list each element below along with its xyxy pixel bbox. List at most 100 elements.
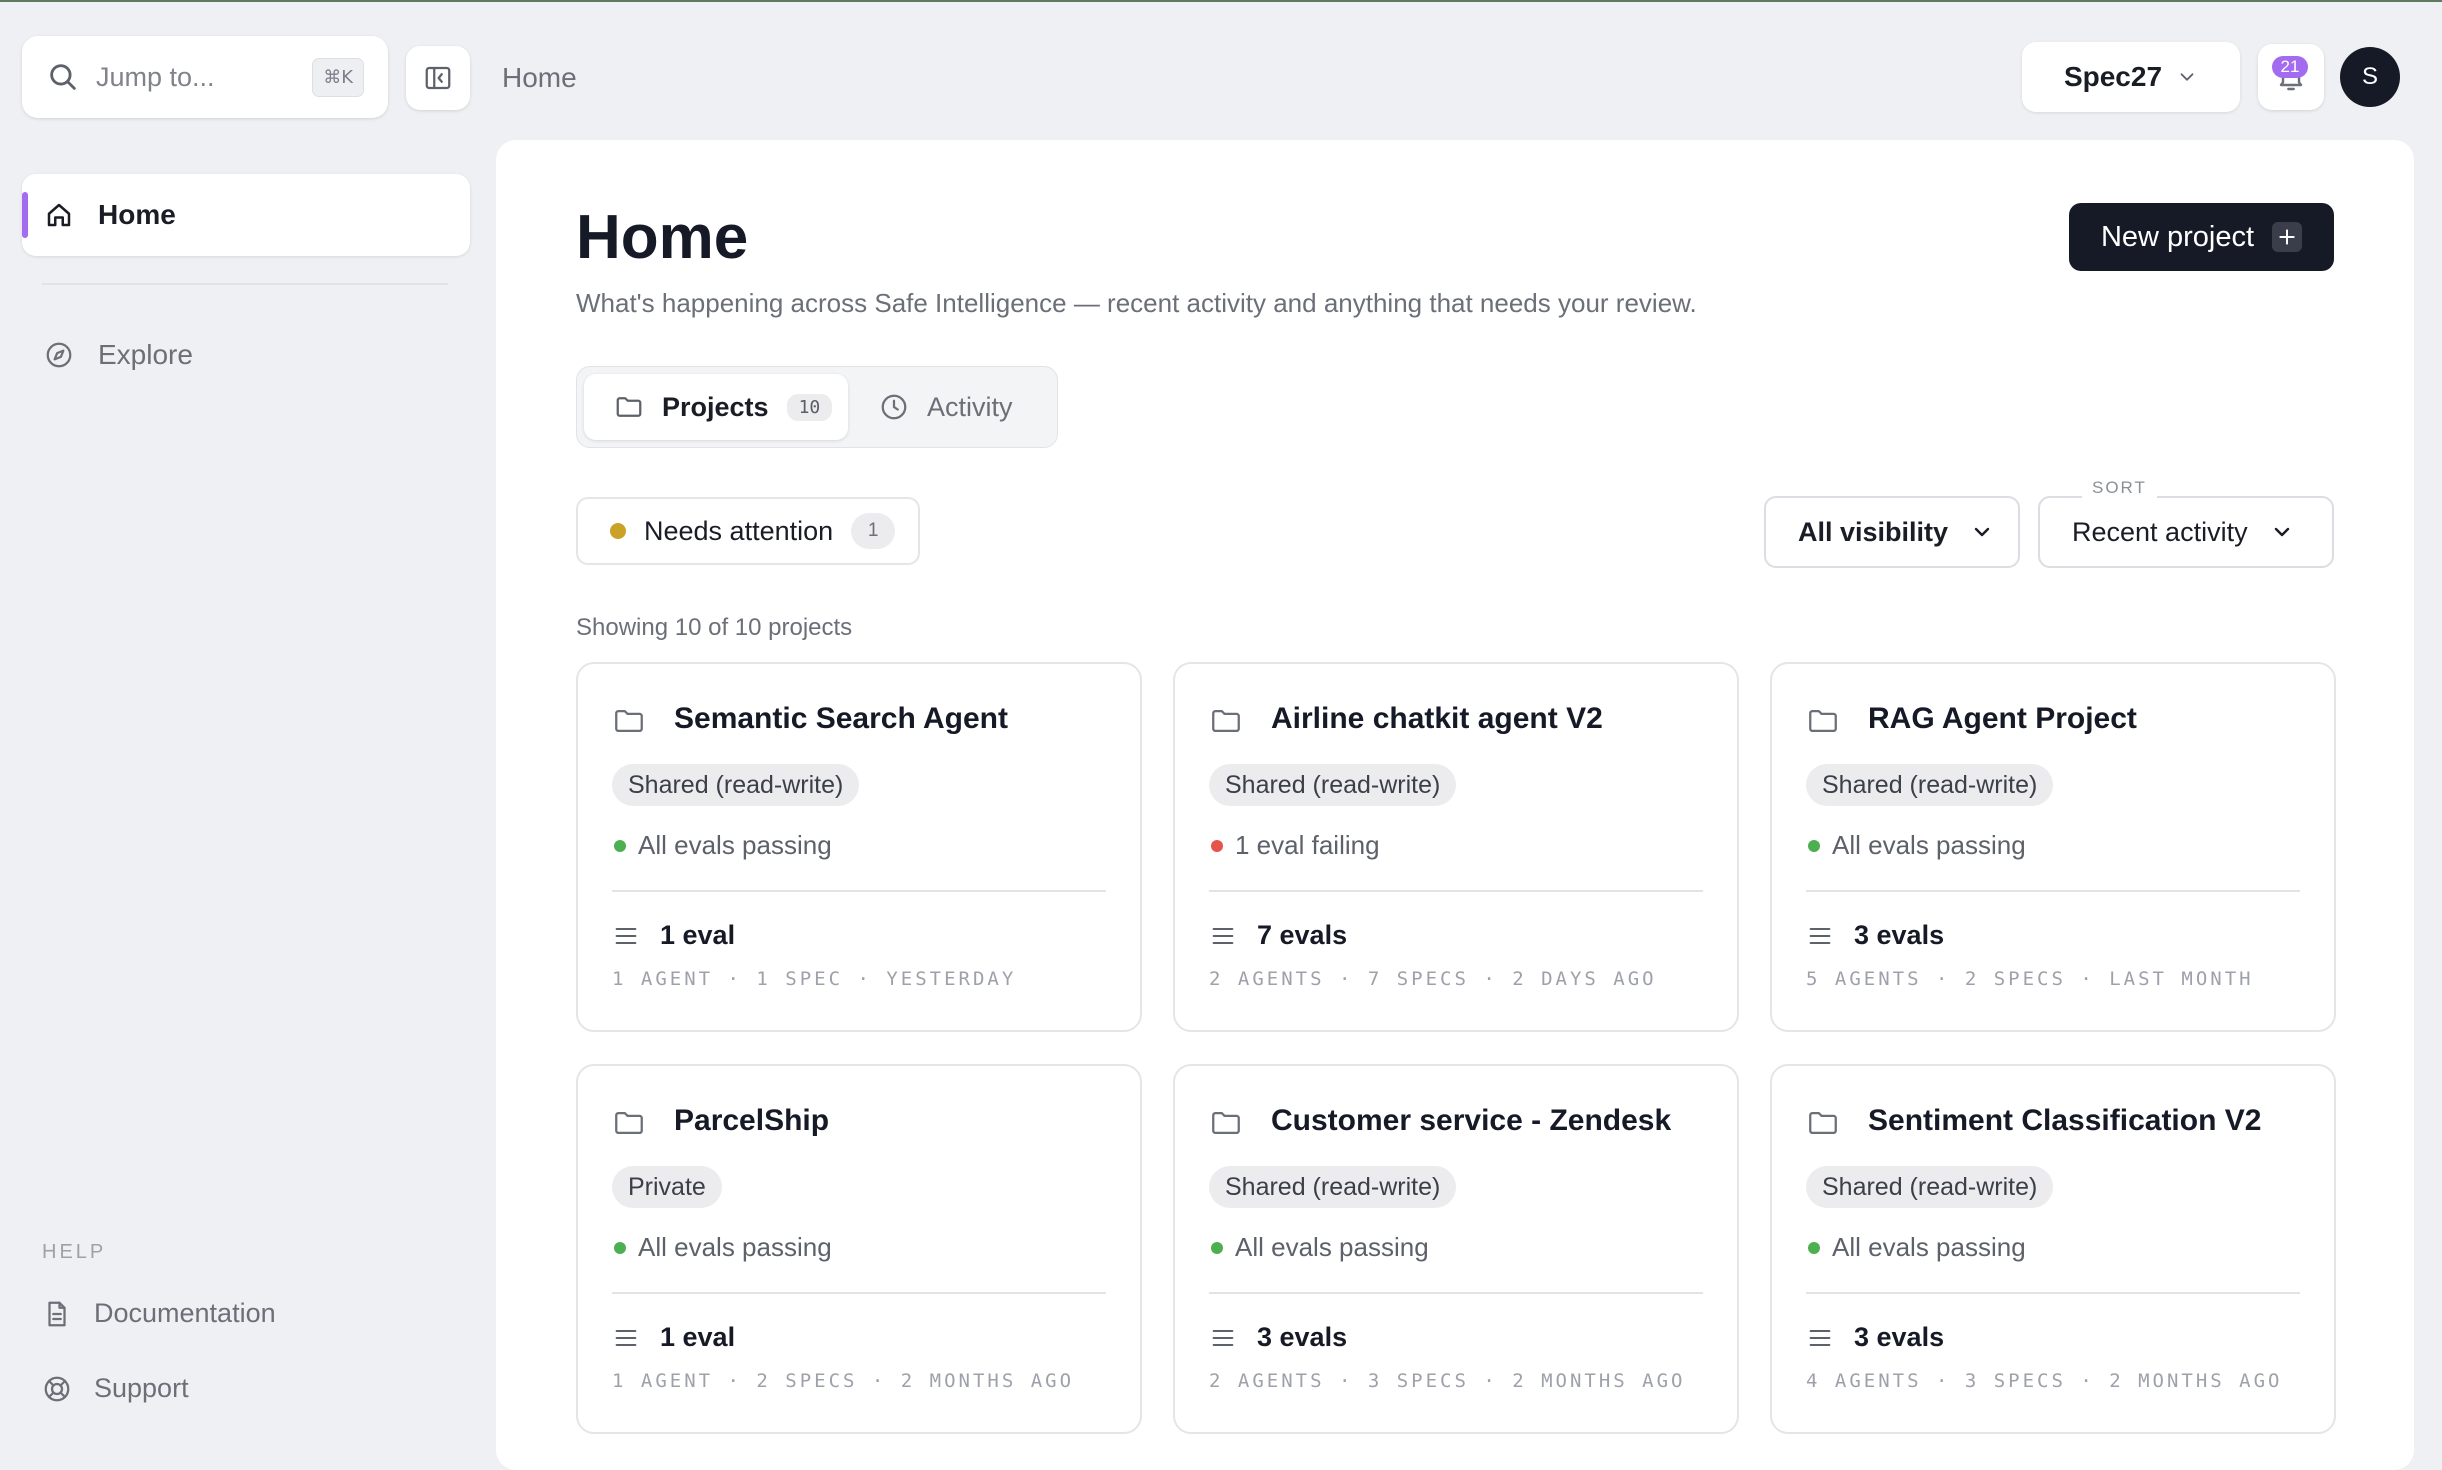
sidebar-item-label: Home — [98, 199, 176, 230]
folder-icon — [1212, 1111, 1240, 1135]
needs-attention-count: 1 — [851, 513, 896, 549]
lifebuoy-icon — [44, 1376, 70, 1401]
sidebar-toggle-button[interactable] — [406, 46, 470, 110]
sidebar-divider — [42, 283, 448, 285]
page-subtitle: What's happening across Safe Intelligenc… — [576, 288, 1697, 318]
needs-attention-filter[interactable]: Needs attention 1 — [576, 497, 920, 565]
folder-icon — [615, 1111, 643, 1135]
compass-icon — [46, 342, 72, 368]
card-divider — [612, 890, 1106, 892]
chevron-down-icon — [2180, 73, 2194, 81]
sidebar-item-support[interactable]: Support — [42, 1373, 189, 1404]
visibility-dropdown[interactable]: All visibility — [1764, 496, 2020, 568]
search-shortcut-hint: ⌘K — [312, 57, 364, 97]
sidebar-item-home[interactable]: Home — [22, 174, 470, 256]
project-meta: 1 AGENT · 2 SPECS · 2 MONTHS AGO — [612, 1370, 1075, 1392]
eval-count-text: 1 eval — [660, 920, 736, 950]
tab-projects[interactable]: Projects 10 — [584, 374, 848, 440]
view-tabs: Projects 10 Activity — [576, 366, 1058, 448]
sharing-badge: Shared (read-write) — [1209, 1166, 1457, 1208]
sort-dropdown[interactable]: Recent activity — [2038, 496, 2334, 568]
help-heading: HELP — [42, 1241, 107, 1263]
eval-status-text: 1 eval failing — [1235, 830, 1380, 860]
folder-icon — [1212, 709, 1240, 733]
sharing-badge: Shared (read-write) — [612, 764, 860, 806]
status-dot — [614, 1241, 626, 1254]
active-indicator — [22, 192, 28, 238]
main-panel: Home What's happening across Safe Intell… — [496, 140, 2414, 1470]
card-divider — [1806, 890, 2300, 892]
sidebar-item-label: Explore — [98, 339, 193, 370]
card-divider — [612, 1292, 1106, 1294]
eval-count-text: 7 evals — [1257, 920, 1348, 950]
sharing-badge: Shared (read-write) — [1209, 764, 1457, 806]
folder-icon — [616, 397, 642, 417]
project-card[interactable]: Customer service - Zendesk Shared (read-… — [1173, 1064, 1739, 1434]
card-divider — [1209, 890, 1703, 892]
attention-dot — [610, 523, 626, 539]
document-icon — [48, 1301, 66, 1326]
eval-count-text: 1 eval — [660, 1322, 736, 1352]
project-name[interactable]: RAG Agent Project — [1868, 702, 2137, 736]
org-switcher-button[interactable]: Spec27 — [2022, 42, 2240, 112]
sharing-badge: Private — [612, 1166, 722, 1208]
user-avatar[interactable]: S — [2340, 47, 2400, 107]
list-icon — [1809, 1329, 1831, 1346]
sort-value: Recent activity — [2072, 516, 2248, 547]
eval-status: All evals passing — [1808, 1232, 2026, 1263]
eval-status: All evals passing — [1808, 830, 2026, 861]
project-card[interactable]: Airline chatkit agent V2 Shared (read-wr… — [1173, 662, 1739, 1032]
new-project-button[interactable]: New project — [2069, 203, 2334, 271]
project-name[interactable]: Sentiment Classification V2 — [1868, 1104, 2261, 1138]
new-project-label: New project — [2100, 220, 2255, 253]
eval-count: 3 evals — [1806, 920, 1944, 951]
sidebar-collapse-icon — [425, 66, 451, 90]
status-dot — [1808, 839, 1820, 852]
sidebar-item-label: Documentation — [94, 1298, 276, 1328]
project-name[interactable]: ParcelShip — [674, 1104, 829, 1138]
chevron-down-icon — [2274, 527, 2289, 537]
org-name: Spec27 — [2063, 61, 2163, 92]
home-icon — [47, 203, 71, 227]
project-card[interactable]: Sentiment Classification V2 Shared (read… — [1770, 1064, 2336, 1434]
eval-count: 3 evals — [1209, 1322, 1347, 1353]
project-meta: 2 AGENTS · 3 SPECS · 2 MONTHS AGO — [1209, 1370, 1686, 1392]
eval-status-text: All evals passing — [638, 1232, 832, 1262]
eval-status: All evals passing — [1211, 1232, 1429, 1263]
eval-count-text: 3 evals — [1854, 1322, 1945, 1352]
status-dot — [1211, 839, 1223, 852]
list-icon — [615, 927, 637, 944]
page-title: Home — [576, 203, 749, 272]
tab-activity[interactable]: Activity — [879, 374, 1013, 440]
project-card[interactable]: RAG Agent Project Shared (read-write) Al… — [1770, 662, 2336, 1032]
eval-status: All evals passing — [614, 830, 832, 861]
search-placeholder[interactable]: Jump to... — [96, 62, 312, 93]
eval-count: 7 evals — [1209, 920, 1347, 951]
projects-count-badge: 10 — [786, 393, 833, 421]
eval-count-text: 3 evals — [1257, 1322, 1348, 1352]
notifications-button[interactable]: 21 — [2258, 44, 2324, 110]
sort-caption: SORT — [2082, 478, 2157, 498]
eval-status-text: All evals passing — [1832, 1232, 2026, 1262]
eval-count: 1 eval — [612, 920, 735, 951]
search-box[interactable]: Jump to... ⌘K — [22, 36, 388, 118]
sidebar-item-explore[interactable]: Explore — [22, 314, 470, 396]
tab-activity-label: Activity — [927, 391, 1013, 422]
eval-count-text: 3 evals — [1854, 920, 1945, 950]
top-accent-line — [0, 0, 2442, 2]
sidebar-item-label: Support — [94, 1373, 189, 1403]
project-name[interactable]: Customer service - Zendesk — [1271, 1104, 1671, 1138]
list-icon — [1212, 1329, 1234, 1346]
project-card[interactable]: Semantic Search Agent Shared (read-write… — [576, 662, 1142, 1032]
project-name[interactable]: Semantic Search Agent — [674, 702, 1008, 736]
status-dot — [1808, 1241, 1820, 1254]
project-meta: 5 AGENTS · 2 SPECS · LAST MONTH — [1806, 968, 2254, 990]
project-meta: 2 AGENTS · 7 SPECS · 2 DAYS AGO — [1209, 968, 1657, 990]
sidebar-item-documentation[interactable]: Documentation — [42, 1298, 276, 1329]
project-card[interactable]: ParcelShip Private All evals passing 1 e… — [576, 1064, 1142, 1434]
eval-count: 3 evals — [1806, 1322, 1944, 1353]
status-dot — [1211, 1241, 1223, 1254]
eval-status: All evals passing — [614, 1232, 832, 1263]
project-name[interactable]: Airline chatkit agent V2 — [1271, 702, 1603, 736]
eval-status-text: All evals passing — [1235, 1232, 1429, 1262]
